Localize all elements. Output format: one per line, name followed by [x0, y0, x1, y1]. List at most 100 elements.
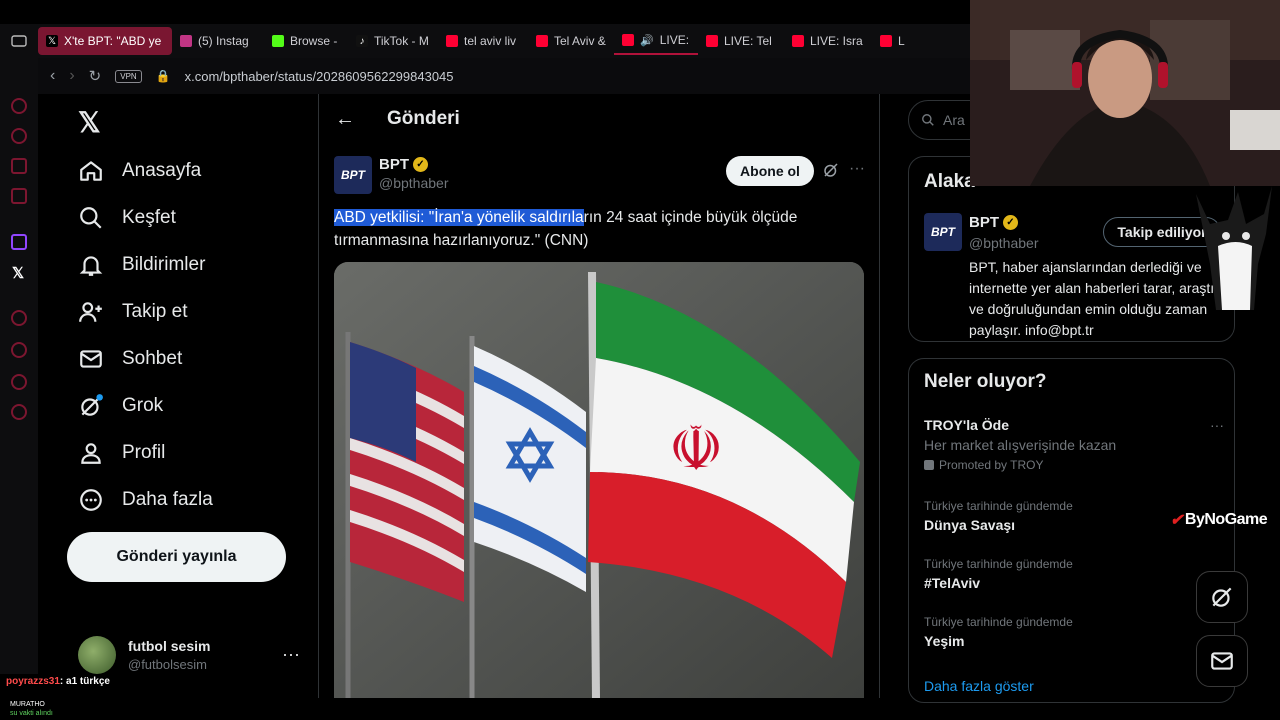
account-switcher[interactable]: futbol sesim @futbolsesim: [78, 636, 210, 674]
tab-label: LIVE: Tel: [724, 34, 772, 48]
tab-youtube-3[interactable]: 🔊 LIVE:: [614, 27, 698, 55]
promoted-label: Promoted by TROY: [939, 458, 1044, 472]
reload-icon[interactable]: ↻: [89, 67, 102, 85]
alert-text: su vakti alındı: [10, 710, 53, 717]
opera-ai-icon[interactable]: [11, 128, 27, 144]
grok-floating-button[interactable]: [1196, 571, 1248, 623]
twitch-icon[interactable]: [11, 234, 27, 250]
nav-label: Takip et: [122, 301, 188, 322]
tiktok-favicon-icon: ♪: [356, 35, 368, 47]
chat-text: : a1 türkçe: [59, 676, 110, 687]
lock-icon[interactable]: 🔒: [156, 69, 171, 83]
trend-context: Türkiye tarihinde gündemde: [924, 615, 1073, 629]
tweet-author[interactable]: BPT ✓: [379, 156, 428, 173]
trend-item[interactable]: Türkiye tarihinde gündemde #TelAviv: [924, 557, 1224, 591]
extensions-icon[interactable]: [11, 374, 27, 390]
tab-label: X'te BPT: "ABD ye: [64, 34, 162, 48]
nav-chat[interactable]: Sohbet: [78, 346, 182, 372]
nav-notifications[interactable]: Bildirimler: [78, 252, 205, 278]
relevant-handle[interactable]: @bpthaber: [969, 235, 1038, 251]
tab-instagram[interactable]: (5) Instag: [172, 27, 264, 55]
nav-profile[interactable]: Profil: [78, 440, 165, 466]
kick-favicon-icon: [272, 35, 284, 47]
tab-youtube-2[interactable]: Tel Aviv &: [528, 27, 614, 55]
back-nav-icon[interactable]: ‹: [50, 67, 55, 85]
vpn-badge[interactable]: VPN: [115, 69, 142, 83]
stream-chat-message: poyrazzs31: a1 türkçe: [6, 676, 110, 687]
x-logo-icon[interactable]: 𝕏: [78, 106, 101, 139]
nav-home[interactable]: Anasayfa: [78, 158, 201, 184]
account-name: futbol sesim: [128, 638, 211, 654]
svg-text:☫: ☫: [668, 412, 724, 485]
account-handle: @futbolsesim: [128, 657, 207, 672]
search-placeholder: Ara: [943, 112, 965, 128]
tab-controls-icon[interactable]: [0, 24, 38, 58]
author-handle[interactable]: @bpthaber: [379, 175, 448, 191]
tweet-more-icon[interactable]: ···: [849, 160, 865, 178]
avatar[interactable]: BPT: [924, 213, 962, 251]
trend-name: Yeşim: [924, 633, 965, 649]
nav-more[interactable]: Daha fazla: [78, 487, 213, 513]
tweet-image[interactable]: ☫: [334, 262, 864, 698]
opera-workspace-icon[interactable]: [11, 158, 27, 174]
tab-label: LIVE:: [659, 33, 690, 47]
tab-label: (5) Instag: [198, 34, 249, 48]
opera-player-icon[interactable]: [11, 310, 27, 326]
brand-text: ByNoGame: [1184, 511, 1268, 528]
trend-item[interactable]: Türkiye tarihinde gündemde Yeşim: [924, 615, 1224, 649]
verified-badge-icon: ✓: [1003, 215, 1018, 230]
url-field[interactable]: x.com/bpthaber/status/202860956229984304…: [185, 69, 454, 84]
promoted-trend[interactable]: TROY'la Öde Her market alışverişinde kaz…: [924, 417, 1224, 472]
nav-label: Sohbet: [122, 348, 183, 369]
profile-icon: [81, 443, 101, 464]
tab-label: TikTok - M: [374, 34, 429, 48]
opera-speed-dial-icon[interactable]: [11, 98, 27, 114]
grok-icon: [1212, 587, 1232, 607]
selected-text: ABD yetkilisi: "İran'a yönelik saldırıla: [334, 209, 584, 226]
avatar: [78, 636, 116, 674]
tab-youtube-4[interactable]: LIVE: Tel: [698, 27, 784, 55]
promo-title: TROY'la Öde: [924, 417, 1010, 433]
tab-x-bpt[interactable]: 𝕏 X'te BPT: "ABD ye: [38, 27, 172, 55]
promo-subtitle: Her market alışverişinde kazan: [924, 437, 1117, 453]
grok-explain-icon[interactable]: [822, 161, 840, 179]
messages-floating-button[interactable]: [1196, 635, 1248, 687]
tab-label: Tel Aviv &: [554, 34, 606, 48]
brand-watermark: ✔ ByNoGame: [1170, 510, 1268, 530]
webcam-scene: [970, 0, 1280, 186]
nav-explore[interactable]: Keşfet: [78, 205, 176, 231]
promoted-line: Promoted by TROY: [924, 458, 1224, 472]
nav-grok[interactable]: Grok: [78, 393, 163, 419]
youtube-favicon-icon: [792, 35, 804, 47]
follow-icon: [79, 302, 102, 322]
relevant-name[interactable]: BPT ✓: [969, 214, 1018, 231]
tab-tiktok[interactable]: ♪ TikTok - M: [348, 27, 438, 55]
chat-username: poyrazzs31: [6, 676, 60, 687]
trend-more-icon[interactable]: ···: [1210, 417, 1224, 433]
tab-kick[interactable]: Browse -: [264, 27, 348, 55]
history-icon[interactable]: [11, 342, 27, 358]
tab-label: L: [898, 34, 905, 48]
opera-messenger-icon[interactable]: [11, 188, 27, 204]
x-sidebar-icon[interactable]: 𝕏: [12, 264, 24, 282]
card-title: Alaka: [924, 171, 975, 192]
post-button[interactable]: Gönderi yayınla: [67, 532, 286, 582]
tweet-avatar[interactable]: BPT: [334, 156, 372, 194]
subscribe-button[interactable]: Abone ol: [726, 156, 814, 186]
back-arrow-icon[interactable]: ←: [335, 108, 355, 131]
tweet-text: ABD yetkilisi: "İran'a yönelik saldırıla…: [334, 206, 854, 252]
nav-follow[interactable]: Takip et: [78, 299, 187, 325]
nav-label: Grok: [122, 395, 164, 416]
tab-youtube-5[interactable]: LIVE: Isra: [784, 27, 872, 55]
forward-nav-icon[interactable]: ›: [69, 67, 74, 85]
tab-youtube-1[interactable]: tel aviv liv: [438, 27, 528, 55]
mail-icon: [1211, 652, 1233, 670]
show-more-link[interactable]: Daha fazla göster: [924, 678, 1034, 694]
settings-icon[interactable]: [11, 404, 27, 420]
account-more-icon[interactable]: ···: [282, 644, 300, 665]
verified-badge-icon: ✓: [413, 157, 428, 172]
tab-youtube-6[interactable]: L: [872, 27, 910, 55]
trend-context: Türkiye tarihinde gündemde: [924, 557, 1073, 571]
tab-label: LIVE: Isra: [810, 34, 863, 48]
youtube-favicon-icon: [622, 34, 634, 46]
